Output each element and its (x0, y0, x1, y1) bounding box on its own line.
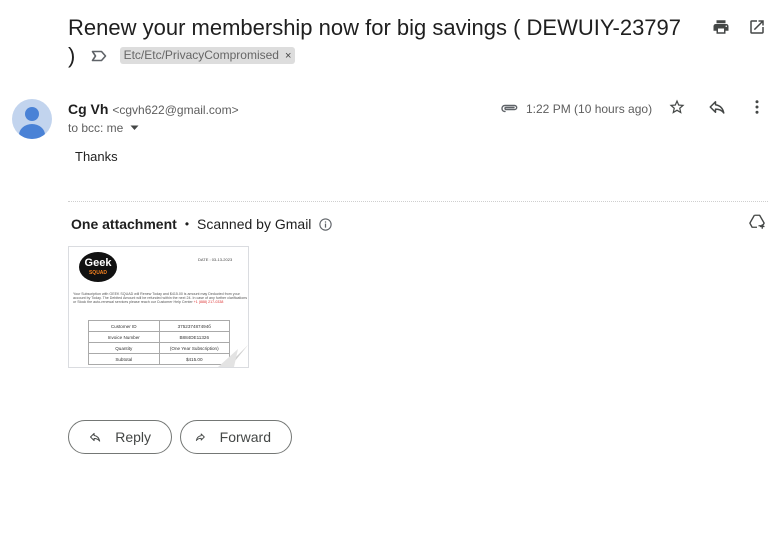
more-vertical-icon (748, 98, 766, 121)
add-to-drive-icon (748, 213, 766, 236)
printer-icon (712, 18, 730, 41)
forward-button[interactable]: Forward (180, 420, 292, 454)
sender-avatar[interactable] (12, 99, 52, 139)
scanned-label: Scanned by Gmail (197, 216, 312, 232)
geek-squad-logo: Geek SQUAD (79, 252, 117, 282)
reply-icon-button[interactable] (705, 97, 729, 121)
email-subject: Renew your membership now for big saving… (68, 14, 688, 71)
reply-icon (708, 98, 726, 121)
separator-dot: • (184, 217, 190, 231)
page-curl-icon (218, 345, 248, 367)
info-icon[interactable] (318, 217, 333, 232)
print-button[interactable] (709, 17, 733, 41)
label-outline-icon[interactable] (91, 41, 107, 69)
thumbnail-paragraph: Your Subscription with GEEK SQUAD will R… (73, 292, 247, 305)
logo-subtext: SQUAD (88, 270, 108, 276)
label-chip-text: Etc/Etc/PrivacyCompromised (123, 47, 279, 62)
caret-down-icon[interactable] (130, 125, 139, 131)
reply-icon (90, 432, 101, 442)
divider (68, 201, 768, 202)
table-cell: Quantity (88, 342, 160, 354)
thumbnail-phone: +1 (888) 217-0338 (193, 300, 224, 305)
sender-info: Cg Vh <cgvh622@gmail.com> (68, 101, 239, 118)
label-remove-button[interactable]: × (285, 50, 291, 62)
thumbnail-date: DATE : 03-13-2023 (198, 257, 233, 262)
table-cell: Subtotal (88, 353, 160, 365)
forward-button-label: Forward (219, 429, 271, 445)
table-cell: 375237487494б (158, 320, 230, 332)
email-time: 1:22 PM (10 hours ago) (526, 102, 653, 116)
forward-icon (195, 433, 205, 441)
table-cell: Invoice Number (88, 331, 160, 343)
attachment-thumbnail[interactable]: Geek SQUAD DATE : 03-13-2023 Your Subscr… (68, 246, 249, 368)
label-chip[interactable]: Etc/Etc/PrivacyCompromised × (119, 46, 296, 64)
recipients-text: to bcc: me (68, 121, 124, 135)
sender-email: <cgvh622@gmail.com> (112, 103, 239, 117)
table-row: Customer ID 375237487494б (88, 320, 230, 332)
logo-text: Geek (84, 257, 112, 269)
paperclip-icon (501, 101, 519, 119)
table-row: Invoice Number B884DE11326 (88, 331, 230, 343)
reply-button[interactable]: Reply (68, 420, 172, 454)
reply-button-label: Reply (115, 429, 151, 445)
table-cell: B884DE11326 (158, 331, 230, 343)
add-to-drive-button[interactable] (745, 212, 769, 236)
attachment-header: One attachment • Scanned by Gmail (71, 215, 333, 233)
star-button[interactable] (665, 97, 689, 121)
more-options-button[interactable] (745, 97, 769, 121)
star-outline-icon (668, 98, 686, 121)
recipients[interactable]: to bcc: me (68, 121, 139, 135)
table-cell: Customer ID (88, 320, 160, 332)
sender-name[interactable]: Cg Vh (68, 101, 108, 117)
open-in-new-window-icon (748, 18, 766, 41)
email-body: Thanks (75, 149, 118, 164)
attachment-count: One attachment (71, 216, 177, 232)
open-new-window-button[interactable] (745, 17, 769, 41)
person-icon (19, 107, 45, 139)
